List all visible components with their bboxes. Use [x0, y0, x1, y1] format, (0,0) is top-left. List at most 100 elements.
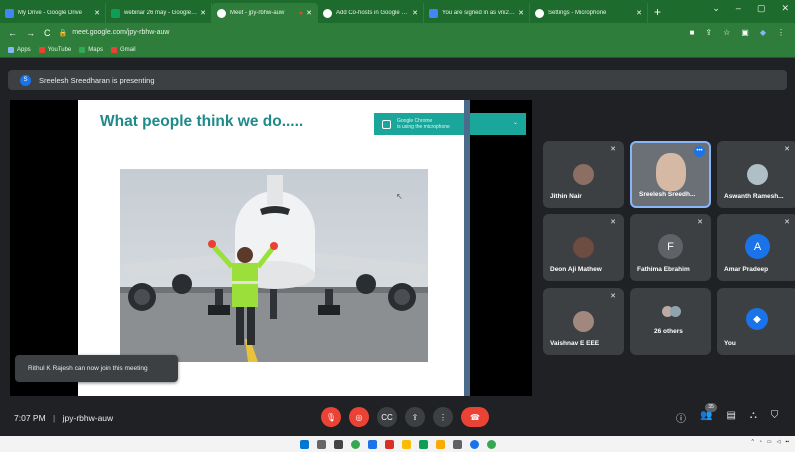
close-icon[interactable]: ✕ [636, 9, 642, 17]
participant-tile-you[interactable]: ◆ You [717, 288, 795, 355]
search-icon[interactable] [317, 439, 326, 449]
task-view-icon[interactable] [334, 439, 343, 449]
volume-icon[interactable]: ◁ [777, 439, 781, 445]
bookmark-gmail[interactable]: Gmail [110, 46, 136, 53]
chat-icon[interactable]: ▤ [726, 410, 735, 425]
bookmark-maps[interactable]: Maps [79, 46, 103, 53]
taskbar-apps [300, 439, 496, 449]
leave-call-button[interactable]: ☎ [461, 407, 489, 427]
tab-label: webinar 26 may - Google Sheet [124, 10, 197, 16]
tab-sheet[interactable]: webinar 26 may - Google Sheet ✕ [106, 3, 212, 23]
close-icon[interactable]: ✕ [94, 9, 100, 17]
close-icon[interactable]: ✕ [200, 9, 206, 17]
mic-toggle-button[interactable]: 🎙 [321, 407, 341, 427]
app-icon[interactable] [402, 439, 411, 449]
tab-label: Add Co-hosts in Google Meet [336, 10, 410, 16]
back-button[interactable]: ← [8, 28, 17, 38]
app-icon[interactable] [419, 439, 428, 449]
call-controls: 🎙 ◎ CC ⇪ ⋮ ☎ [321, 407, 489, 427]
participant-tile-jithin-nair[interactable]: ✕ Jithin Nair [543, 141, 624, 208]
app-icon[interactable] [470, 439, 479, 449]
screen: My Drive - Google Drive ✕ webinar 26 may… [0, 0, 795, 452]
captions-button[interactable]: CC [377, 407, 397, 427]
chevron-down-icon[interactable]: ⌄ [712, 3, 720, 14]
participant-tile-amar[interactable]: ✕ A Amar Pradeep [717, 214, 795, 281]
microphone-icon [382, 119, 391, 129]
tab-label: Settings - Microphone [548, 10, 607, 16]
app-icon[interactable] [385, 439, 394, 449]
forward-button[interactable]: → [26, 28, 35, 38]
close-icon[interactable]: ✕ [306, 9, 312, 17]
meeting-control-bar: 7:07 PM | jpy-rbhw-auw 🎙 ◎ CC ⇪ ⋮ ☎ ⓘ 👥 … [0, 402, 795, 436]
lock-icon: 🔒 [58, 29, 68, 37]
avatar [573, 164, 594, 185]
new-tab-button[interactable]: + [654, 5, 661, 19]
system-tray: ^ ◔ ▭ ◁ ▪▪ [751, 439, 789, 445]
folder-icon[interactable] [436, 439, 445, 449]
extension-icon[interactable]: ▣ [741, 28, 749, 37]
app-icon[interactable] [368, 439, 377, 449]
sheets-icon [111, 8, 120, 18]
gmail-icon [110, 46, 117, 53]
bookmark-apps[interactable]: Apps [8, 46, 31, 53]
camera-icon[interactable]: ■ [690, 28, 695, 37]
people-icon[interactable]: 👥 [700, 410, 712, 425]
pointer-icon: ↖ [396, 192, 403, 201]
bookmark-youtube[interactable]: YouTube [38, 46, 71, 53]
slide: What people think we do..... Google Chro… [78, 100, 526, 396]
minimize-button[interactable]: – [736, 3, 741, 14]
chrome-icon[interactable] [351, 439, 360, 449]
star-icon[interactable]: ☆ [723, 28, 730, 37]
google-icon [323, 8, 332, 18]
clock[interactable]: ▪▪ [785, 439, 789, 445]
app-icon[interactable] [453, 439, 462, 449]
more-options-button[interactable]: ⋮ [433, 407, 453, 427]
window-controls: ⌄ – ▢ ✕ [712, 3, 795, 14]
activities-icon[interactable]: ⛬ [750, 410, 757, 425]
presentation-stage: What people think we do..... Google Chro… [10, 100, 532, 396]
people-count-badge: 35 [705, 403, 717, 412]
close-icon[interactable]: ✕ [412, 9, 418, 17]
present-button[interactable]: ⇪ [405, 407, 425, 427]
participant-tile-vaishnav[interactable]: ✕ Vaishnav E EEE [543, 288, 624, 355]
tab-drive[interactable]: My Drive - Google Drive ✕ [0, 3, 106, 23]
tray-chevron-icon[interactable]: ^ [751, 439, 753, 445]
tab-cohosts[interactable]: Add Co-hosts in Google Meet ✕ [318, 3, 424, 23]
tab-label: My Drive - Google Drive [18, 10, 83, 16]
tab-signed-in[interactable]: You are signed in as vni25ad0 ✕ [424, 3, 530, 23]
tab-label: Meet - jpy-rbhw-auw [230, 10, 285, 16]
tab-settings[interactable]: Settings - Microphone ✕ [530, 3, 648, 23]
tab-meet[interactable]: Meet - jpy-rbhw-auw ● ✕ [212, 3, 318, 23]
participant-tile-others[interactable]: 26 others [630, 288, 711, 355]
host-controls-icon[interactable]: ⛉ [771, 410, 779, 425]
url-field[interactable]: meet.google.com/jpy-rbhw-auw [72, 29, 689, 36]
participant-tile-aswanth[interactable]: ✕ Aswanth Ramesh... [717, 141, 795, 208]
browser-tab-strip: My Drive - Google Drive ✕ webinar 26 may… [0, 0, 795, 23]
maximize-button[interactable]: ▢ [757, 3, 766, 14]
close-icon[interactable]: ✕ [518, 9, 524, 17]
participant-tile-sreelesh[interactable]: ••• Sreelesh Sreedh... [630, 141, 711, 208]
group-avatars [670, 306, 681, 317]
chevron-down-icon[interactable]: ⌄ [513, 119, 518, 126]
participant-name: Aswanth Ramesh... [724, 193, 784, 200]
windows-start-icon[interactable] [300, 439, 309, 449]
participant-name: Amar Pradeep [724, 266, 769, 273]
extension-diamond-icon[interactable]: ◆ [760, 28, 766, 37]
participant-tile-deon[interactable]: ✕ Deon Aji Mathew [543, 214, 624, 281]
close-window-button[interactable]: ✕ [781, 3, 789, 14]
mic-off-icon: ✕ [610, 219, 616, 226]
network-icon[interactable]: ◔ [759, 439, 762, 445]
tab-label: You are signed in as vni25ad0 [442, 10, 516, 16]
app-icon[interactable] [487, 439, 496, 449]
participant-name: Sreelesh Sreedh... [639, 191, 696, 198]
account-icon [429, 8, 438, 18]
participant-tile-fathima[interactable]: ✕ F Fathima Ebrahim [630, 214, 711, 281]
youtube-icon [38, 46, 45, 53]
mic-in-use-notification[interactable]: Google Chrome is using the microphone ⌄ [374, 113, 526, 135]
reload-button[interactable]: C [44, 28, 51, 38]
share-icon[interactable]: ⇪ [705, 28, 712, 37]
battery-icon[interactable]: ▭ [767, 439, 772, 445]
camera-toggle-button[interactable]: ◎ [349, 407, 369, 427]
info-icon[interactable]: ⓘ [676, 410, 686, 425]
menu-icon[interactable]: ⋮ [777, 28, 785, 37]
